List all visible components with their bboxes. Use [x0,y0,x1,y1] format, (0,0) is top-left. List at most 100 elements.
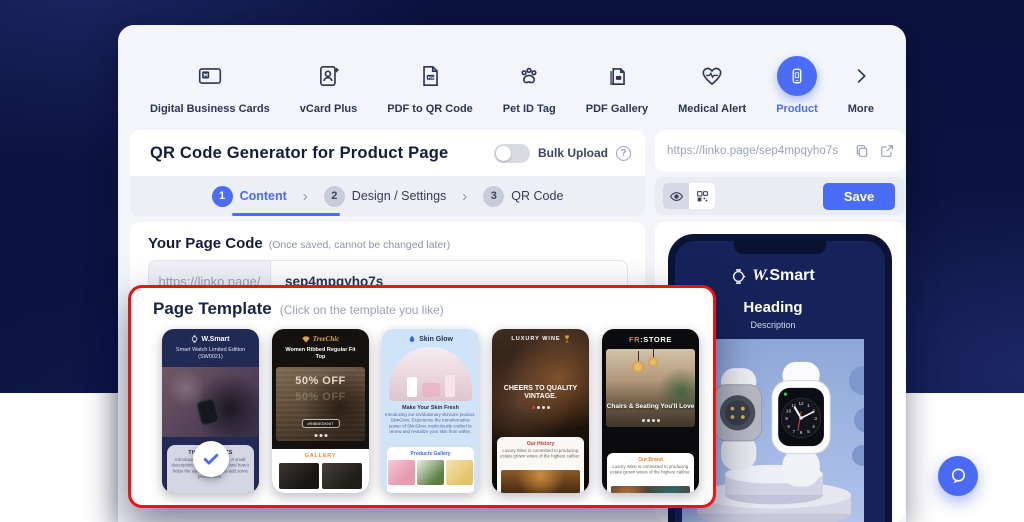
promo-text: 50% OFF [276,375,365,387]
nav-item-pet-id-tag[interactable]: Pet ID Tag [503,55,556,115]
template-section-title: Our Brand [607,457,694,463]
eye-icon [669,189,684,204]
generator-header: QR Code Generator for Product Page Bulk … [130,130,645,176]
nav-item-more[interactable]: More [848,55,874,115]
step-content[interactable]: 1 Content [212,186,287,207]
check-icon [201,449,221,469]
template-title: Make Your Skin Fresh [382,405,479,411]
svg-text:1: 1 [807,403,810,408]
template-section-text: Luxury Wine is committed to producing es… [497,448,583,459]
template-brand: TreeChic [313,335,340,343]
chevron-right-icon: › [462,188,467,205]
template-smart-watch[interactable]: W.Smart Smart Watch Limited Edition (SW0… [162,329,259,493]
preview-brand: W.Smart [675,267,871,285]
nav-item-label: Medical Alert [678,103,746,115]
nav-item-vcard-plus[interactable]: vCard Plus [300,55,357,115]
nav-item-label: PDF to QR Code [387,103,473,115]
chat-bubble-icon [947,465,969,487]
template-product-photo: 50% OFF 50% OFF #RIBBEDKNIT [276,367,365,441]
step-number: 3 [483,186,504,207]
promo-text-ghost: 50% OFF [276,391,365,403]
template-wine[interactable]: LUXURY WINE CHEERS TO QUALITY VINTAGE. O… [492,329,589,493]
page-template-panel: Page Template (Click on the template you… [128,285,716,508]
svg-text:5: 5 [807,429,810,434]
svg-text:3: 3 [814,416,817,421]
nav-item-medical-alert[interactable]: Medical Alert [678,55,746,115]
template-fashion[interactable]: TreeChic Women Ribbed Regular Fit Top 50… [272,329,369,493]
nav-item-label: Digital Business Cards [150,103,270,115]
watch-logo-icon [191,335,198,343]
pdf-gallery-icon [604,55,630,97]
promo-badge: #RIBBEDKNIT [301,419,339,428]
page-url: https://linko.page/sep4mpqyho7s [667,145,838,157]
chevron-right-icon [850,55,872,97]
nav-item-label: Pet ID Tag [503,103,556,115]
template-section-title: Products Gallery [387,451,474,457]
chat-support-button[interactable] [938,456,978,496]
svg-text:PDF: PDF [428,75,436,80]
page-url-card: https://linko.page/sep4mpqyho7s [655,130,905,172]
step-label: Design / Settings [352,189,447,203]
svg-text:6: 6 [800,430,803,435]
bulk-upload-toggle[interactable] [494,144,530,163]
shop-photo [611,486,690,493]
template-section-text: Luxury Wine is committed to producing es… [607,464,693,475]
step-number: 2 [324,186,345,207]
nav-item-product[interactable]: Product [776,55,818,115]
pendant-lamp [632,361,644,373]
template-panel-title: Page Template [153,299,272,319]
template-product-photo [162,367,259,437]
qr-type-nav: Digital Business Cards vCard Plus PDF PD… [118,55,906,115]
template-furniture-store[interactable]: FR:STORE Chairs & Seating You'll Love Ou… [602,329,699,493]
cellar-photo [501,470,580,493]
nav-item-pdf-to-qr[interactable]: PDF PDF to QR Code [387,55,473,115]
nav-item-label: Product [776,103,818,115]
template-brand: Skin Glow [419,336,453,343]
svg-text:9: 9 [785,416,788,421]
template-product-photo: Chairs & Seating You'll Love [606,349,695,427]
page-code-title: Your Page Code [148,235,263,252]
svg-text:8: 8 [787,424,790,429]
selected-check-badge [193,441,229,477]
nav-item-label: vCard Plus [300,103,357,115]
nav-item-pdf-gallery[interactable]: PDF Gallery [586,55,648,115]
copy-icon[interactable] [854,143,870,159]
active-step-underline [232,213,340,216]
preview-eye-button[interactable] [663,183,689,209]
nav-item-label: More [848,103,874,115]
product-device-icon [777,55,817,97]
template-brand: LUXURY WINE [511,336,560,342]
template-title: Smart Watch Limited Edition (SW0021) [170,347,251,362]
step-design-settings[interactable]: 2 Design / Settings [324,186,447,207]
step-label: QR Code [511,189,563,203]
template-title: Chairs & Seating You'll Love [606,403,695,411]
medical-heart-icon [699,55,725,97]
svg-text:12: 12 [799,401,805,406]
carousel-dots [492,406,589,409]
qr-code-icon [696,190,709,203]
template-section-title: GALLERY [272,453,369,459]
carousel-dots [642,419,660,422]
step-label: Content [240,189,287,203]
preview-toolbar: Save [655,177,905,215]
step-number: 1 [212,186,233,207]
page-title: QR Code Generator for Product Page [150,144,448,163]
nav-item-label: PDF Gallery [586,103,648,115]
save-button[interactable]: Save [823,183,895,210]
nav-item-digital-business-cards[interactable]: Digital Business Cards [150,55,270,115]
help-icon[interactable]: ? [616,146,631,161]
pendant-lamp [648,357,658,367]
step-qr-code[interactable]: 3 QR Code [483,186,563,207]
template-skincare[interactable]: Skin Glow Make Your Skin Fresh Introduci… [382,329,479,493]
template-brand: FR:STORE [602,335,699,344]
chevron-right-icon: › [303,188,308,205]
template-description: Introducing our revolutionary skincare p… [382,412,478,435]
phone-notch [734,241,826,254]
preview-qr-button[interactable] [689,183,715,209]
paw-icon [516,55,542,97]
vcard-plus-icon [316,55,342,97]
active-nav-circle [777,56,817,96]
template-title: CHEERS TO QUALITY VINTAGE. [498,385,583,402]
template-thumbnails: W.Smart Smart Watch Limited Edition (SW0… [162,329,699,493]
open-external-icon[interactable] [879,143,895,159]
